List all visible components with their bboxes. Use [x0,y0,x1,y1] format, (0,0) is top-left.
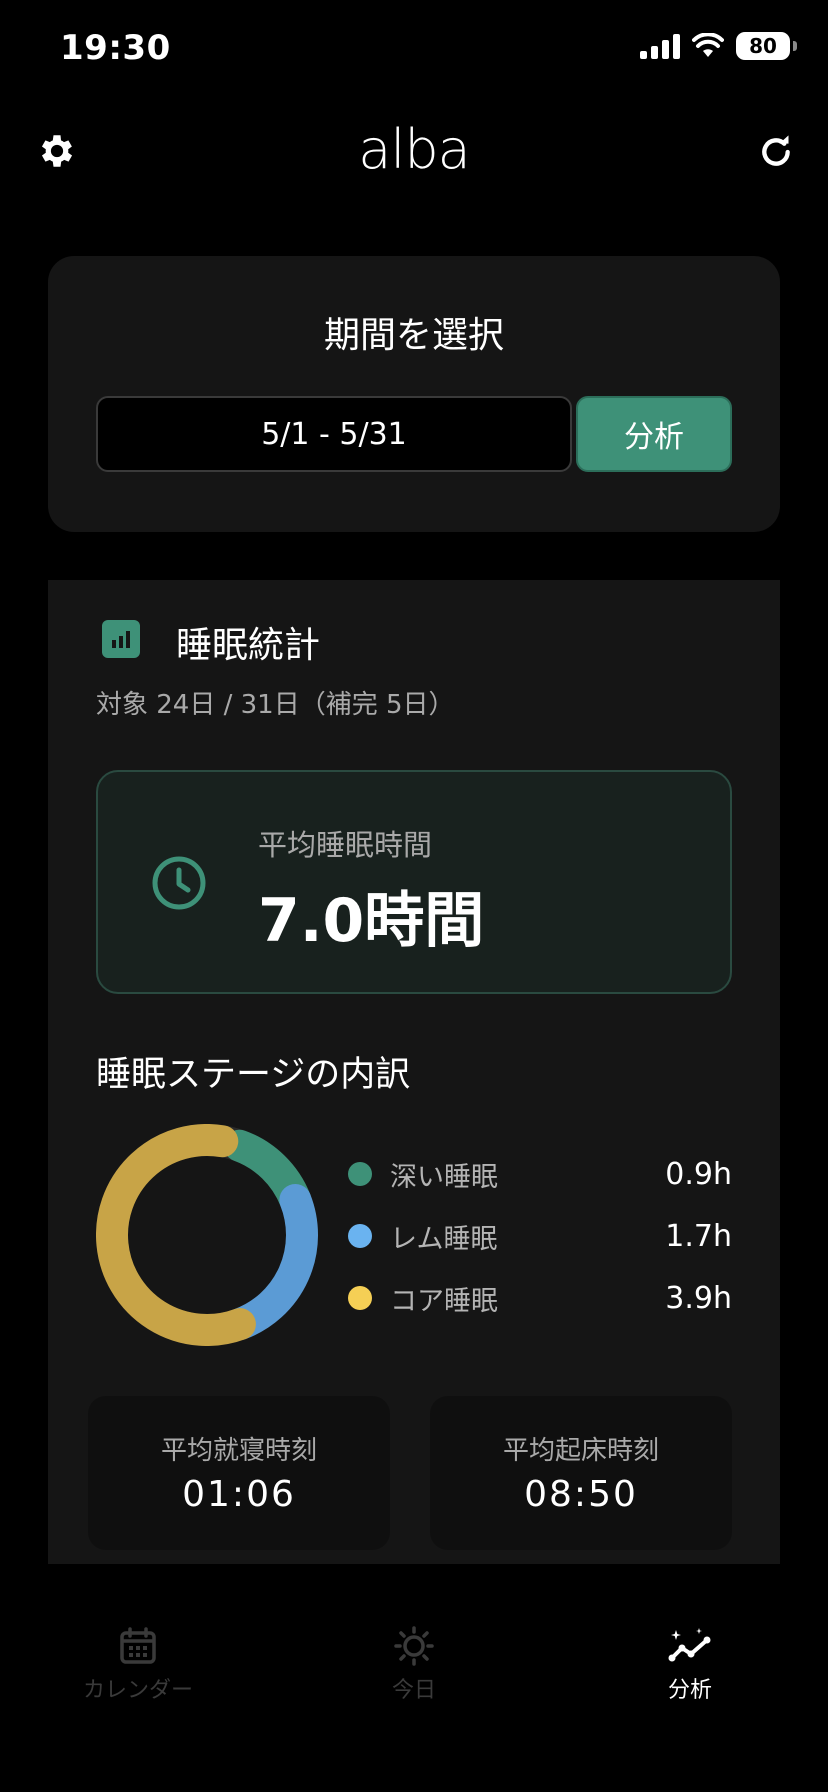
legend-item-rem: レム睡眠 1.7h [348,1216,732,1256]
stats-subtitle: 対象 24日 / 31日（補完 5日） [96,690,455,720]
legend-deep [348,1006,732,1046]
bar-chart-icon [102,620,140,658]
tab-label: 今日 [391,1678,436,1703]
tab-calendar[interactable]: カレンダー [38,1626,238,1704]
bedtime-value: 01:06 [182,1474,296,1515]
legend-item-deep: 深い睡眠 0.9h [348,1154,732,1194]
clock-icon [152,856,206,910]
period-title: 期間を選択 [323,315,504,356]
tab-today[interactable]: 今日 [314,1626,514,1704]
legend-dot [348,1224,372,1248]
wifi-icon [692,33,724,57]
sleep-stats-card: 睡眠統計 対象 24日 / 31日（補完 5日） 平均睡眠時間 7.0時間 睡眠… [48,580,780,1564]
tab-label: 分析 [667,1678,712,1703]
donut-segment-2 [96,1124,256,1346]
battery-icon: 80 [736,32,797,60]
sun-icon [394,1626,434,1666]
calendar-icon [120,1627,156,1664]
sparkle-chart-icon [668,1628,711,1662]
refresh-icon[interactable] [756,132,796,172]
sleep-stage-donut [96,1124,318,1346]
app-logo: alba [358,118,470,181]
legend-dot [348,1286,372,1310]
legend-value: 1.7h [665,1218,732,1254]
donut-segment-1 [223,1184,318,1341]
status-icons: 80 [640,32,797,60]
legend-label: コア睡眠 [390,1285,498,1317]
status-time: 19:30 [60,28,171,68]
avg-sleep-label: 平均睡眠時間 [258,828,433,862]
bedtime-box: 平均就寝時刻 01:06 [88,1396,390,1550]
signal-icon [640,33,680,59]
legend-label: レム睡眠 [390,1223,498,1255]
period-card: 期間を選択 5/1 - 5/31 分析 [48,256,780,532]
stats-title: 睡眠統計 [176,625,321,666]
avg-sleep-value: 7.0時間 [258,886,485,956]
bedtime-label: 平均就寝時刻 [160,1436,317,1466]
legend-item-core: コア睡眠 3.9h [348,1278,732,1318]
tab-label: カレンダー [82,1678,193,1703]
avg-sleep-box: 平均睡眠時間 7.0時間 [96,770,732,994]
wake-value: 08:50 [524,1474,638,1515]
legend-label: 深い睡眠 [390,1161,498,1193]
legend-dot [348,1162,372,1186]
wake-label: 平均起床時刻 [502,1436,659,1466]
stage-title: 睡眠ステージの内訳 [96,1055,411,1095]
date-range-field[interactable]: 5/1 - 5/31 [96,396,572,472]
wake-box: 平均起床時刻 08:50 [430,1396,732,1550]
analyze-button[interactable]: 分析 [576,396,732,472]
legend-value: 0.9h [665,1156,732,1192]
legend-value: 3.9h [665,1280,732,1316]
tab-analysis[interactable]: 分析 [590,1626,790,1704]
